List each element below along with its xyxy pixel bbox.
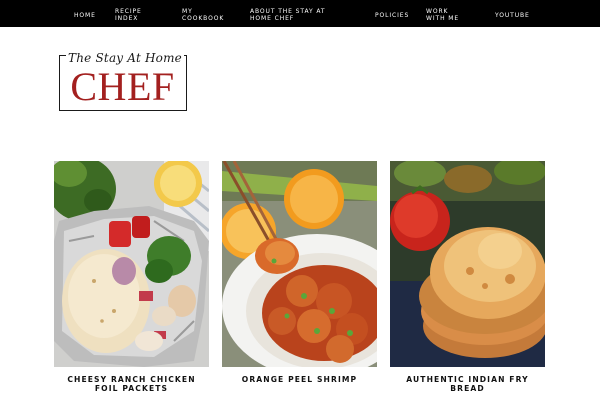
nav-item-youtube[interactable]: YOUTUBE — [495, 12, 530, 20]
recipe-card-fry-bread[interactable]: AUTHENTIC INDIAN FRY BREAD — [390, 161, 545, 393]
nav-item-work-with-me[interactable]: WORK WITH ME — [426, 8, 470, 22]
fry-bread-photo[interactable] — [390, 161, 545, 367]
orange-peel-shrimp-photo[interactable] — [222, 161, 377, 367]
recipe-title[interactable]: CHEESY RANCH CHICKEN FOIL PACKETS — [54, 375, 209, 393]
site-logo[interactable]: The Stay At Home CHEF — [59, 51, 187, 111]
nav-item-policies[interactable]: POLICIES — [375, 12, 409, 20]
logo-main-text: CHEF — [70, 64, 175, 109]
recipe-card-orange-peel-shrimp[interactable]: ORANGE PEEL SHRIMP — [222, 161, 377, 384]
nav-item-recipe-index[interactable]: RECIPE INDEX — [115, 8, 155, 22]
nav-item-about[interactable]: ABOUT THE STAY AT HOME CHEF — [250, 8, 350, 22]
nav-item-home[interactable]: HOME — [74, 12, 96, 20]
top-navigation-bar: HOME RECIPE INDEX MY COOKBOOK ABOUT THE … — [0, 0, 600, 27]
orange-peel-shrimp-image — [222, 161, 377, 367]
logo-script-text: The Stay At Home — [66, 51, 184, 65]
nav-item-my-cookbook[interactable]: MY COOKBOOK — [182, 8, 228, 22]
fry-bread-image — [390, 161, 545, 367]
recipe-title[interactable]: ORANGE PEEL SHRIMP — [222, 375, 377, 384]
recipe-title[interactable]: AUTHENTIC INDIAN FRY BREAD — [390, 375, 545, 393]
foil-packet-chicken-photo[interactable] — [54, 161, 209, 367]
foil-packet-chicken-image — [54, 161, 209, 367]
recipe-card-foil-packets[interactable]: CHEESY RANCH CHICKEN FOIL PACKETS — [54, 161, 209, 393]
